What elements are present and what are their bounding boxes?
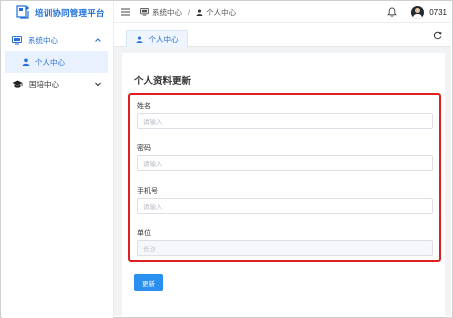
password-placeholder: 请输入	[143, 161, 163, 168]
page-title: 个人资料更新	[134, 76, 192, 87]
unit-field: 长沙	[137, 240, 433, 256]
tab-personal-center[interactable]: 个人中心	[126, 30, 188, 47]
main-content: 个人资料更新 姓名 请输入 密码 请输入 手机号 请输入 单位 长沙 更新	[114, 47, 451, 316]
sidebar-group-national-training[interactable]: 国培中心	[2, 73, 113, 95]
name-label: 姓名	[137, 103, 151, 110]
hamburger-menu-icon[interactable]	[121, 8, 130, 16]
top-header: 系统中心 / 个人中心 0731	[114, 2, 451, 23]
monitor-icon	[140, 8, 149, 16]
chevron-up-icon	[95, 38, 101, 42]
app-title: 培训协同管理平台	[35, 8, 105, 19]
breadcrumb: 系统中心 / 个人中心	[140, 7, 236, 18]
unit-label: 单位	[137, 230, 151, 237]
avatar[interactable]	[411, 5, 425, 19]
user-name[interactable]: 0731	[429, 8, 447, 17]
monitor-icon	[12, 35, 22, 44]
platform-logo-icon	[16, 5, 29, 19]
unit-value: 长沙	[143, 246, 156, 253]
sidebar-group-label: 国培中心	[29, 79, 59, 89]
refresh-icon[interactable]	[433, 31, 442, 40]
sidebar-group-system-center[interactable]: 系统中心	[2, 29, 113, 51]
app-window: 培训协同管理平台 系统中心 个人中心 国培中心 系统中心 / 个人中心 0731…	[0, 0, 453, 318]
breadcrumb-separator: /	[188, 7, 191, 17]
name-field[interactable]: 请输入	[137, 113, 433, 129]
tab-label: 个人中心	[148, 34, 179, 44]
breadcrumb-item-personal-center: 个人中心	[206, 7, 237, 17]
password-label: 密码	[137, 145, 151, 152]
profile-card: 个人资料更新 姓名 请输入 密码 请输入 手机号 请输入 单位 长沙 更新	[122, 53, 445, 316]
graduation-cap-icon	[12, 80, 23, 88]
bell-icon[interactable]	[387, 7, 397, 17]
user-icon	[22, 58, 30, 66]
phone-placeholder: 请输入	[143, 204, 163, 211]
chevron-down-icon	[95, 82, 101, 87]
phone-field[interactable]: 请输入	[137, 198, 433, 214]
header-user-area: 0731	[387, 5, 451, 19]
password-field[interactable]: 请输入	[137, 155, 433, 171]
name-placeholder: 请输入	[143, 119, 163, 126]
sidebar-item-personal-center[interactable]: 个人中心	[5, 51, 108, 73]
breadcrumb-item-system-center[interactable]: 系统中心	[152, 7, 182, 18]
user-icon	[196, 8, 203, 16]
phone-label: 手机号	[137, 188, 158, 195]
user-icon	[136, 35, 142, 43]
logo[interactable]: 培训协同管理平台	[2, 2, 113, 23]
sidebar-item-label: 个人中心	[35, 57, 65, 67]
profile-form: 姓名 请输入 密码 请输入 手机号 请输入 单位 长沙	[128, 93, 441, 262]
update-button[interactable]: 更新	[134, 274, 163, 291]
sidebar-group-label: 系统中心	[28, 35, 58, 45]
tab-bar: 个人中心	[114, 23, 451, 47]
sidebar: 培训协同管理平台 系统中心 个人中心 国培中心	[2, 2, 114, 318]
